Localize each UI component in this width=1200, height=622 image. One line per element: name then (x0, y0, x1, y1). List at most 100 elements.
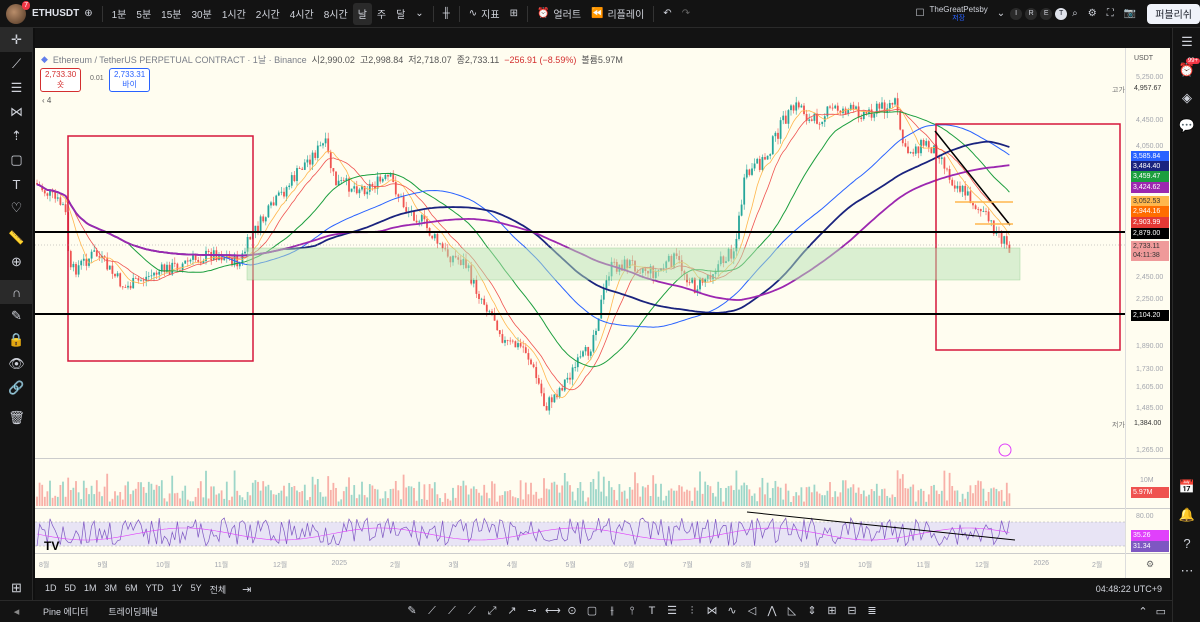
range-button[interactable]: 1D (41, 583, 61, 596)
link-icon[interactable]: 🔗 (0, 376, 33, 400)
chart-pattern-icon[interactable]: ⫶ (685, 604, 699, 618)
interval-button[interactable]: 5분 (131, 3, 156, 25)
goto-date-icon[interactable]: ⇥ (242, 583, 251, 596)
user-avatar[interactable]: 7 (6, 0, 30, 24)
help-icon[interactable]: ? (1173, 529, 1200, 557)
clock[interactable]: 04:48:22 UTC+9 (1096, 584, 1162, 594)
pitchfork-icon[interactable]: ⫯ (625, 604, 639, 618)
fullscreen-icon[interactable]: ⛶ (1102, 3, 1119, 25)
range-button[interactable]: 5Y (187, 583, 206, 596)
layout-checkbox[interactable]: ☐ (911, 3, 930, 25)
buy-button[interactable]: 2,733.31 바이 (109, 68, 151, 92)
candle-type-icon[interactable]: ╫ (438, 3, 455, 25)
zoom-in-icon[interactable]: ⊕ (0, 250, 33, 274)
undo-icon[interactable]: ↶ (658, 3, 676, 25)
lock-icon[interactable]: 🔒 (0, 328, 33, 352)
maximize-icon[interactable]: ⌃ (1138, 605, 1147, 618)
chevron-down-icon[interactable]: ⌄ (992, 3, 1010, 25)
interval-button[interactable]: 날 (352, 2, 372, 25)
chevron-down-icon[interactable]: ⌄ (410, 3, 428, 25)
range-button[interactable]: 1Y (168, 583, 187, 596)
collapse-icon[interactable]: ◂ (0, 605, 33, 618)
range-button[interactable]: 전체 (206, 583, 231, 596)
projection-icon[interactable]: ⇡ (0, 124, 33, 148)
interval-button[interactable]: 1시간 (217, 3, 251, 25)
interval-button[interactable]: 1분 (107, 3, 132, 25)
table-icon[interactable]: ⊟ (845, 604, 859, 618)
more-icon[interactable]: ⋯ (1173, 557, 1200, 585)
ruler-icon[interactable]: 📏 (0, 226, 33, 250)
interval-button[interactable]: 2시간 (251, 3, 285, 25)
shortcut-badge[interactable]: I (1010, 7, 1023, 20)
crosshair-icon[interactable]: ✛ (0, 28, 33, 52)
chart-canvas[interactable]: TV (35, 48, 1170, 578)
range-button[interactable]: 3M (101, 583, 122, 596)
expand-icon[interactable]: ▭ (1156, 605, 1166, 618)
layers-icon[interactable]: ◈ (1173, 84, 1200, 112)
grid-icon[interactable]: ⊞ (825, 604, 839, 618)
text-icon[interactable]: T (645, 604, 659, 618)
horizontal-line-icon[interactable]: ⟷ (545, 604, 561, 618)
vertical-line-icon[interactable]: ⫲ (605, 604, 619, 618)
arrow-icon[interactable]: ↗ (505, 604, 519, 618)
range-button[interactable]: 6M (121, 583, 142, 596)
xabcd-icon[interactable]: ⋈ (705, 604, 719, 618)
info-line-icon[interactable]: ⤢ (485, 604, 499, 618)
alert-button[interactable]: ⏰ 얼러트 (532, 3, 586, 25)
text-icon[interactable]: T (0, 172, 33, 196)
pencil-lock-icon[interactable]: ✎ (0, 304, 33, 328)
search-icon[interactable]: ⌕ (1067, 3, 1083, 25)
interval-button[interactable]: 4시간 (285, 3, 319, 25)
indicator-toggle[interactable]: ‹ 4 (42, 96, 51, 105)
interval-button[interactable]: 30분 (186, 3, 216, 25)
interval-button[interactable]: 15분 (156, 3, 186, 25)
range-button[interactable]: YTD (142, 583, 168, 596)
chart-svg[interactable]: TV (35, 48, 1170, 578)
interval-button[interactable]: 주 (372, 3, 391, 25)
object-tree-icon[interactable]: ⊞ (0, 576, 33, 600)
pattern-icon[interactable]: ⋈ (0, 100, 33, 124)
notifications-icon[interactable]: 🔔 (1173, 501, 1200, 529)
triangle-icon[interactable]: ◁ (745, 604, 759, 618)
calendar-icon[interactable]: 📅 (1173, 473, 1200, 501)
circle-icon[interactable]: ⊙ (565, 604, 579, 618)
interval-button[interactable]: 달 (391, 3, 410, 25)
publish-button[interactable]: 퍼블리쉬 (1147, 3, 1200, 24)
magnet-icon[interactable]: ∩ (0, 280, 33, 304)
extended-line-icon[interactable]: ⟋ (465, 604, 479, 618)
fib-icon[interactable]: ☰ (665, 604, 679, 618)
trend-line-icon[interactable]: ⟋ (425, 604, 439, 618)
replay-button[interactable]: ⏪ 리플레이 (586, 3, 649, 25)
heart-icon[interactable]: ♡ (0, 196, 33, 220)
settings-icon[interactable]: ⚙ (1083, 3, 1102, 25)
camera-icon[interactable]: 📷 (1119, 3, 1141, 25)
tab-trading-panel[interactable]: 트레이딩패널 (98, 605, 168, 618)
elliott-icon[interactable]: ∿ (725, 604, 739, 618)
abcd-icon[interactable]: ⋀ (765, 604, 779, 618)
shortcut-badge[interactable]: T (1055, 7, 1068, 20)
shape-icon[interactable]: ▢ (0, 148, 33, 172)
range-button[interactable]: 5D (61, 583, 81, 596)
sell-button[interactable]: 2,733.30 숏 (40, 68, 82, 92)
rectangle-icon[interactable]: ▢ (585, 604, 599, 618)
tab-pine-editor[interactable]: Pine 에디터 (33, 605, 98, 618)
horizontal-ray-icon[interactable]: ⊸ (525, 604, 539, 618)
settings-gear-icon[interactable]: ⚙ (1146, 559, 1154, 570)
shortcut-badge[interactable]: E (1040, 7, 1053, 20)
brush-icon[interactable]: ✎ (405, 604, 419, 618)
measure-icon[interactable]: ◺ (785, 604, 799, 618)
range-button[interactable]: 1M (80, 583, 101, 596)
templates-icon[interactable]: ⊞ (505, 3, 523, 25)
price-range-icon[interactable]: ⇕ (805, 604, 819, 618)
chat-icon[interactable]: 💬 (1173, 112, 1200, 140)
indicators-button[interactable]: ∿ 지표 (464, 3, 505, 25)
fib-channel-icon[interactable]: ≣ (865, 604, 879, 618)
shortcut-badge[interactable]: R (1025, 7, 1038, 20)
redo-icon[interactable]: ↷ (677, 3, 695, 25)
symbol-search[interactable]: ETHUSDT (32, 8, 79, 19)
alerts-icon[interactable]: ⏰ 99+ (1173, 56, 1200, 84)
trend-line-icon[interactable]: ⟋ (0, 52, 33, 76)
ray-icon[interactable]: ⟋ (445, 604, 459, 618)
trash-icon[interactable]: 🗑 (0, 406, 33, 430)
interval-button[interactable]: 8시간 (319, 3, 353, 25)
